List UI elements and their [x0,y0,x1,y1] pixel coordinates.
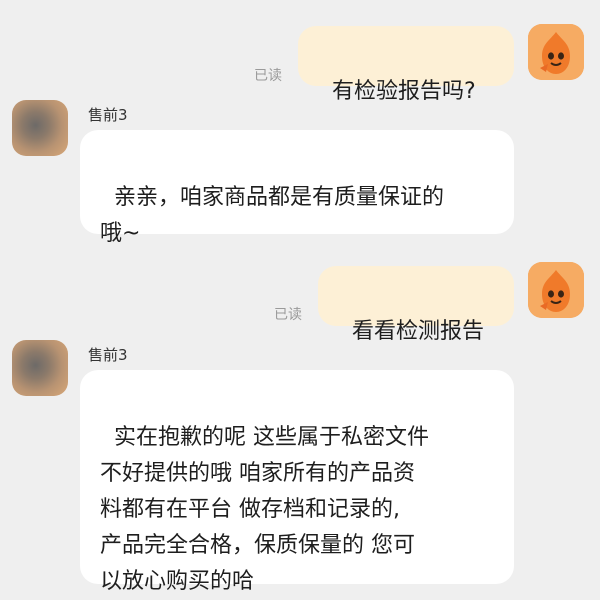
seller-avatar[interactable] [12,340,68,396]
chat-screen: { "messages": [ {"side":"out","text":"有检… [0,0,600,594]
read-status: 已读 [254,68,282,84]
outgoing-message-bubble[interactable]: 有检验报告吗? [298,26,514,104]
read-status: 已读 [274,307,302,323]
message-text: 亲亲，咱家商品都是有质量保证的 哦~ [100,185,445,246]
message-text: 有检验报告吗? [332,79,476,104]
seller-avatar[interactable] [12,100,68,156]
sender-name: 售前3 [88,106,128,124]
sender-name: 售前3 [88,346,128,364]
orange-mascot-icon [528,262,584,318]
message-text: 看看检测报告 [352,319,485,344]
user-avatar[interactable] [528,24,584,80]
outgoing-message-bubble[interactable]: 看看检测报告 [318,266,514,344]
incoming-message-bubble[interactable]: 实在抱歉的呢 这些属于私密文件 不好提供的哦 咱家所有的产品资 料都有在平台 做… [80,370,514,594]
user-avatar[interactable] [528,262,584,318]
incoming-message-bubble[interactable]: 亲亲，咱家商品都是有质量保证的 哦~ [80,130,514,246]
orange-mascot-icon [528,24,584,80]
message-text: 实在抱歉的呢 这些属于私密文件 不好提供的哦 咱家所有的产品资 料都有在平台 做… [100,425,429,594]
